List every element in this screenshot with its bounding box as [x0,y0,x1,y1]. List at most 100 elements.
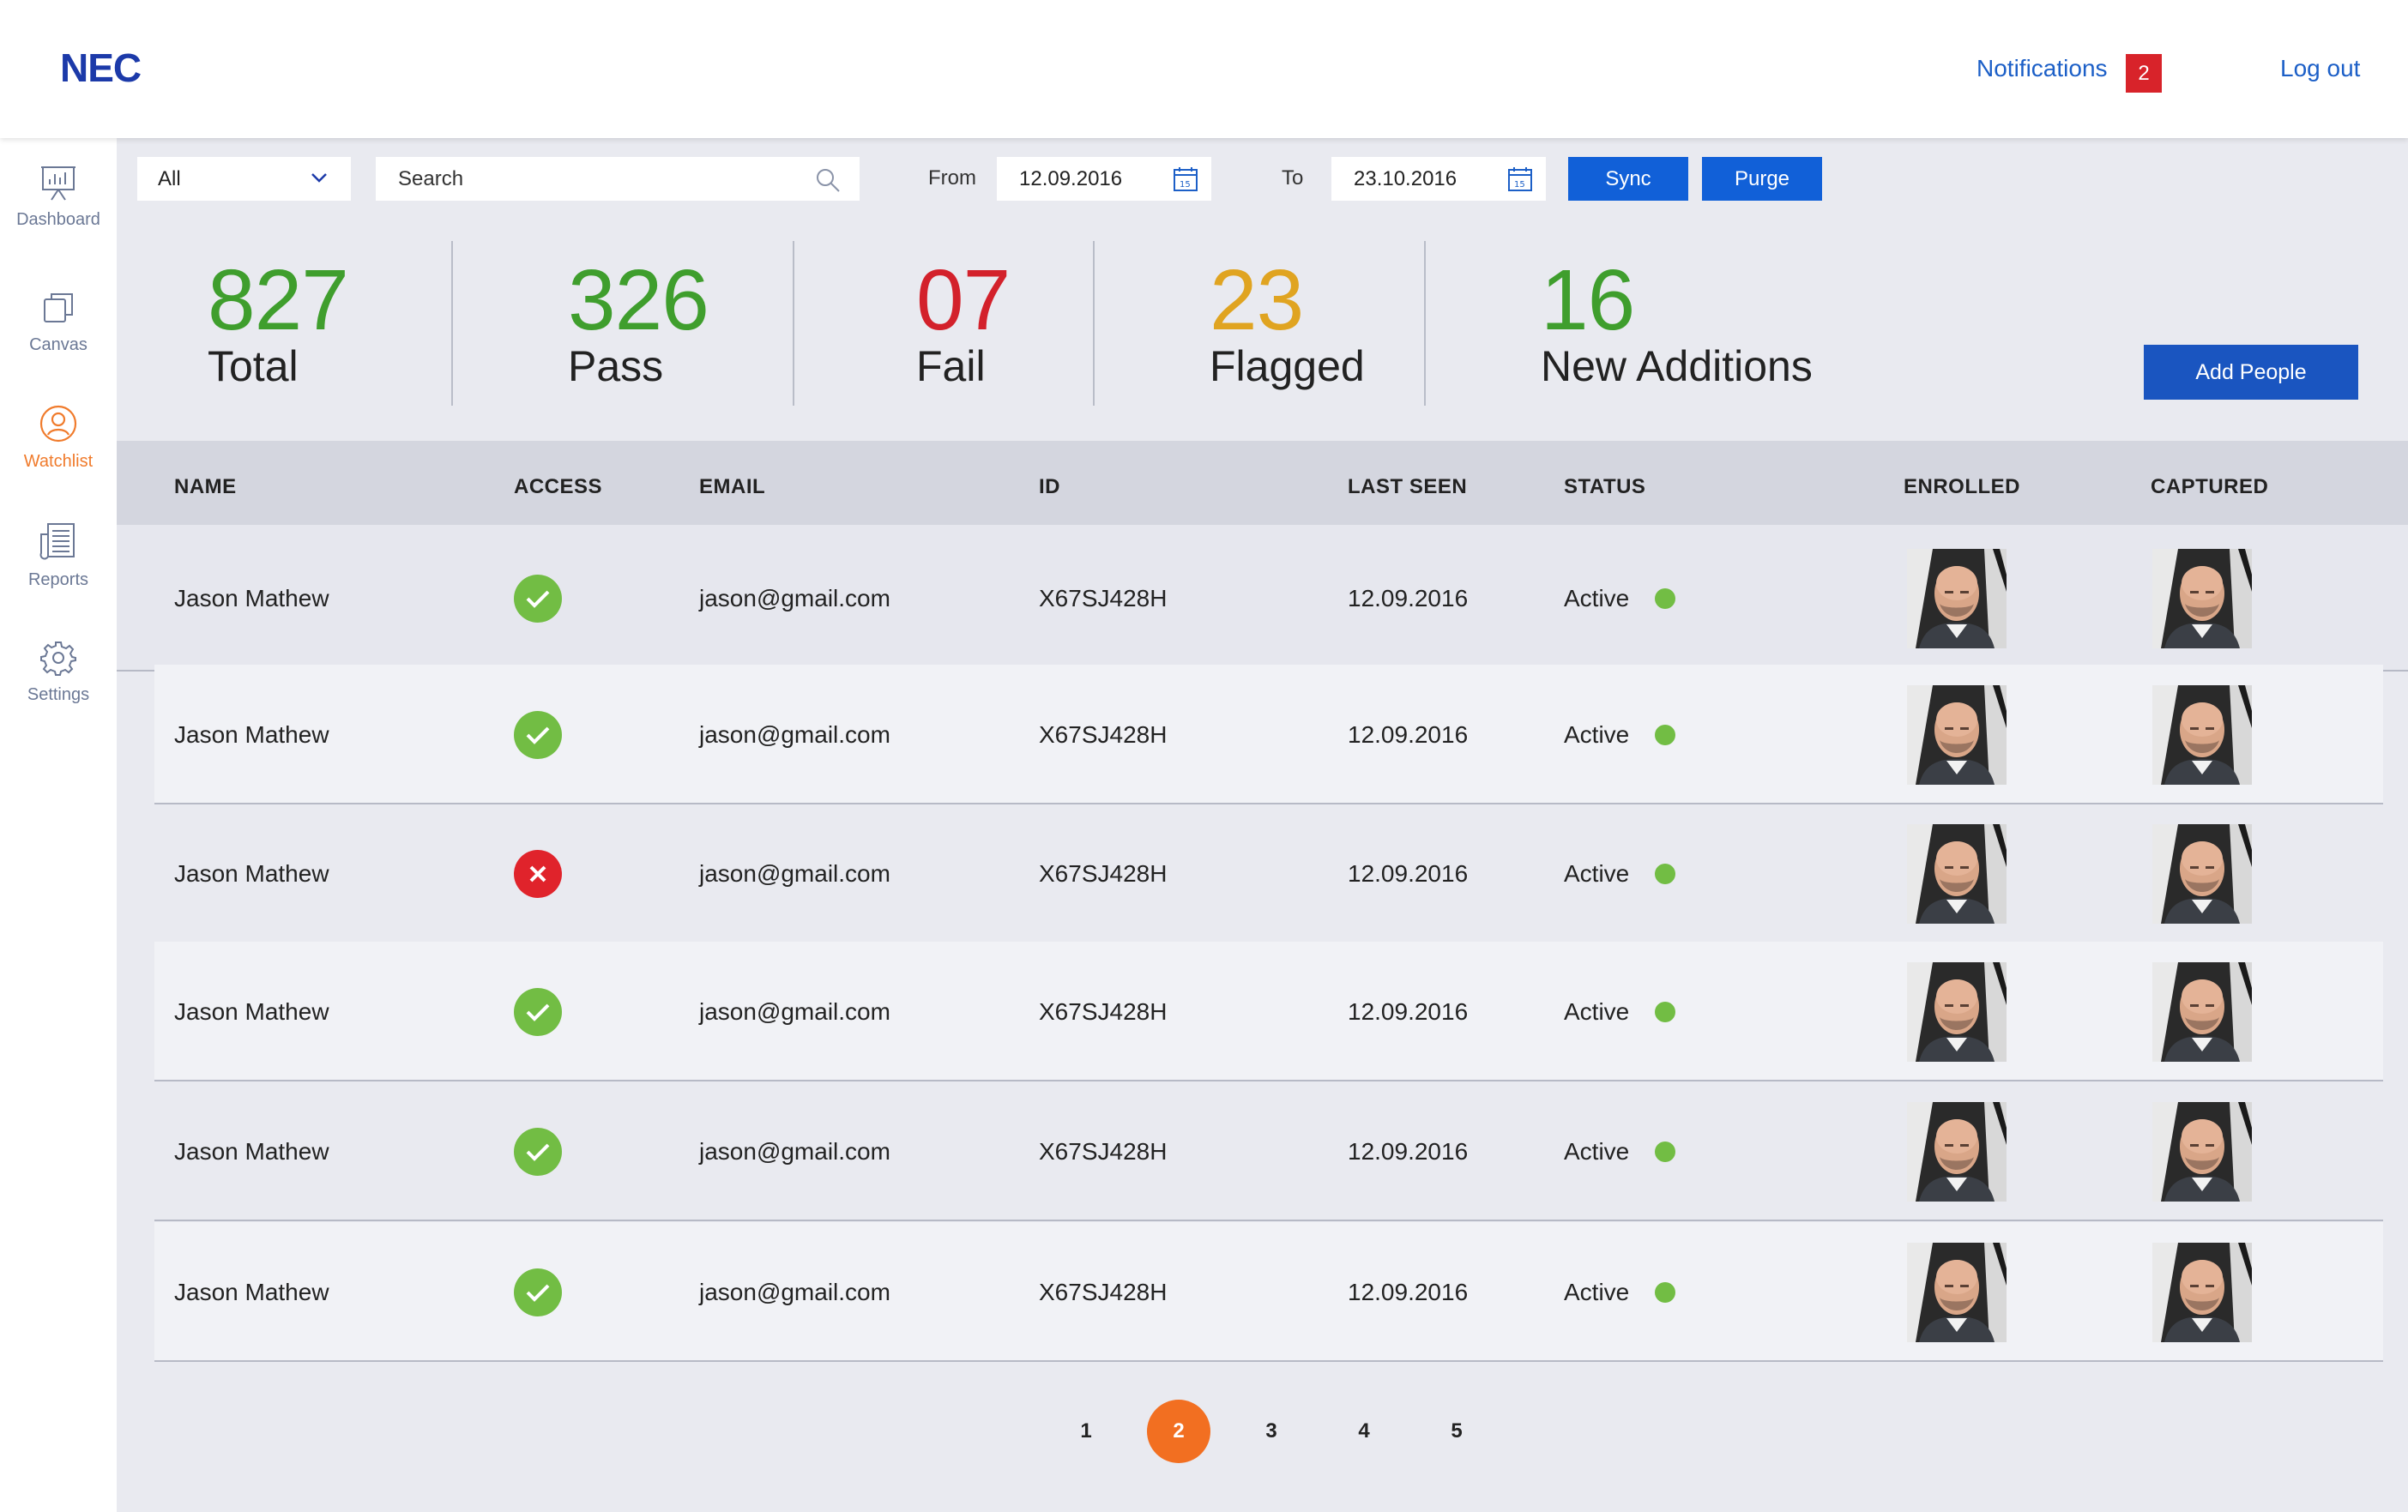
search-icon[interactable] [815,167,841,193]
table-row[interactable]: Jason Mathew jason@gmail.com X67SJ428H 1… [154,804,2383,943]
stat-label: New Additions [1541,342,1813,390]
column-header-name[interactable]: NAME [174,475,237,499]
sidebar-item-label: Settings [27,685,90,704]
from-date-field[interactable]: 12.09.2016 15 [997,157,1211,201]
nec-logo[interactable]: NEC [60,45,142,91]
table-row[interactable]: Jason Mathew jason@gmail.com X67SJ428H 1… [117,525,2408,672]
page-1-button[interactable]: 1 [1054,1400,1118,1463]
sync-button[interactable]: Sync [1568,157,1688,201]
column-header-enrolled[interactable]: ENROLLED [1904,475,2020,499]
sidebar-item-reports[interactable]: Reports [0,521,117,590]
add-people-button[interactable]: Add People [2144,345,2358,400]
table-row[interactable]: Jason Mathew jason@gmail.com X67SJ428H 1… [154,665,2383,804]
column-header-captured[interactable]: CAPTURED [2151,475,2268,499]
cell-enrolled [1907,942,2007,1081]
stat-label: Flagged [1210,342,1365,390]
cell-status: Active [1564,942,1676,1081]
table-row[interactable]: Jason Mathew jason@gmail.com X67SJ428H 1… [154,1081,2383,1221]
column-header-id[interactable]: ID [1039,475,1060,499]
canvas-icon [44,293,73,322]
enrolled-photo[interactable] [1907,684,2007,785]
stat-value: 16 [1541,252,1635,348]
sidebar-item-dashboard[interactable]: Dashboard [0,164,117,230]
cell-captured [2152,804,2252,943]
cell-captured [2152,1081,2252,1221]
table-header: NAME ACCESS EMAIL ID LAST SEEN STATUS EN… [117,441,2408,525]
column-header-status[interactable]: STATUS [1564,475,1645,499]
cell-id: X67SJ428H [1039,1137,1168,1165]
cell-name: Jason Mathew [174,997,329,1025]
pagination: 12345 [0,1400,2408,1463]
cell-name: Jason Mathew [174,1137,329,1165]
table-row[interactable]: Jason Mathew jason@gmail.com X67SJ428H 1… [154,1222,2383,1362]
to-label: To [1282,166,1304,190]
page-2-button[interactable]: 2 [1147,1400,1210,1463]
page-3-button[interactable]: 3 [1240,1400,1303,1463]
table-row[interactable]: Jason Mathew jason@gmail.com X67SJ428H 1… [154,942,2383,1081]
stat-label: Total [208,342,299,390]
dashboard-icon [41,166,75,201]
enrolled-photo[interactable] [1907,1242,2007,1342]
purge-button[interactable]: Purge [1702,157,1822,201]
status-text: Active [1564,1137,1630,1165]
cell-id: X67SJ428H [1039,859,1168,887]
enrolled-photo[interactable] [1907,548,2007,648]
logout-link[interactable]: Log out [2280,55,2360,82]
cell-captured [2152,525,2252,672]
captured-photo[interactable] [2152,1242,2252,1342]
status-text: Active [1564,584,1630,611]
sidebar: Dashboard Canvas Watchlist Reports Setti… [0,138,117,1512]
from-date-value: 12.09.2016 [1019,167,1123,190]
cell-name: Jason Mathew [174,1278,329,1305]
cell-enrolled [1907,1222,2007,1362]
sidebar-item-settings[interactable]: Settings [0,639,117,705]
top-header: NEC Notifications 2 Log out [0,0,2408,138]
captured-photo[interactable] [2152,823,2252,924]
filter-select[interactable]: All [137,157,351,201]
calendar-icon[interactable]: 15 [1172,166,1199,193]
status-text: Active [1564,859,1630,887]
stat-pass: 326 Pass [568,257,709,389]
cell-id: X67SJ428H [1039,997,1168,1025]
sidebar-item-label: Reports [27,570,89,589]
sidebar-item-canvas[interactable]: Canvas [0,289,117,355]
svg-text:15: 15 [1514,180,1525,190]
stat-label: Pass [568,342,664,390]
column-header-last-seen[interactable]: LAST SEEN [1348,475,1467,499]
calendar-icon[interactable]: 15 [1506,166,1534,193]
status-active-dot [1655,1281,1676,1303]
enrolled-photo[interactable] [1907,1101,2007,1202]
cell-name: Jason Mathew [174,584,329,611]
status-text: Active [1564,997,1630,1025]
cell-status: Active [1564,1222,1676,1362]
captured-photo[interactable] [2152,961,2252,1062]
page-5-button[interactable]: 5 [1425,1400,1488,1463]
enrolled-photo[interactable] [1907,823,2007,924]
page-4-button[interactable]: 4 [1332,1400,1396,1463]
sidebar-item-watchlist[interactable]: Watchlist [0,404,117,472]
captured-photo[interactable] [2152,684,2252,785]
cell-enrolled [1907,665,2007,804]
status-active-dot [1655,863,1676,884]
stat-divider [451,241,453,406]
enrolled-photo[interactable] [1907,961,2007,1062]
notifications-link[interactable]: Notifications [1976,55,2108,82]
access-granted-icon [514,1127,562,1176]
to-date-field[interactable]: 23.10.2016 15 [1331,157,1546,201]
cell-id: X67SJ428H [1039,720,1168,748]
cell-status: Active [1564,525,1676,672]
column-header-email[interactable]: EMAIL [699,475,765,499]
cell-enrolled [1907,1081,2007,1221]
captured-photo[interactable] [2152,1101,2252,1202]
svg-text:15: 15 [1180,180,1191,190]
cell-captured [2152,942,2252,1081]
stat-label: Fail [916,342,986,390]
notifications-count-badge[interactable]: 2 [2126,54,2162,93]
captured-photo[interactable] [2152,548,2252,648]
chevron-down-icon [311,173,327,183]
search-input[interactable] [376,157,788,201]
cell-last-seen: 12.09.2016 [1348,859,1469,887]
cell-captured [2152,665,2252,804]
column-header-access[interactable]: ACCESS [514,475,602,499]
stat-fail: 07 Fail [916,257,1011,390]
